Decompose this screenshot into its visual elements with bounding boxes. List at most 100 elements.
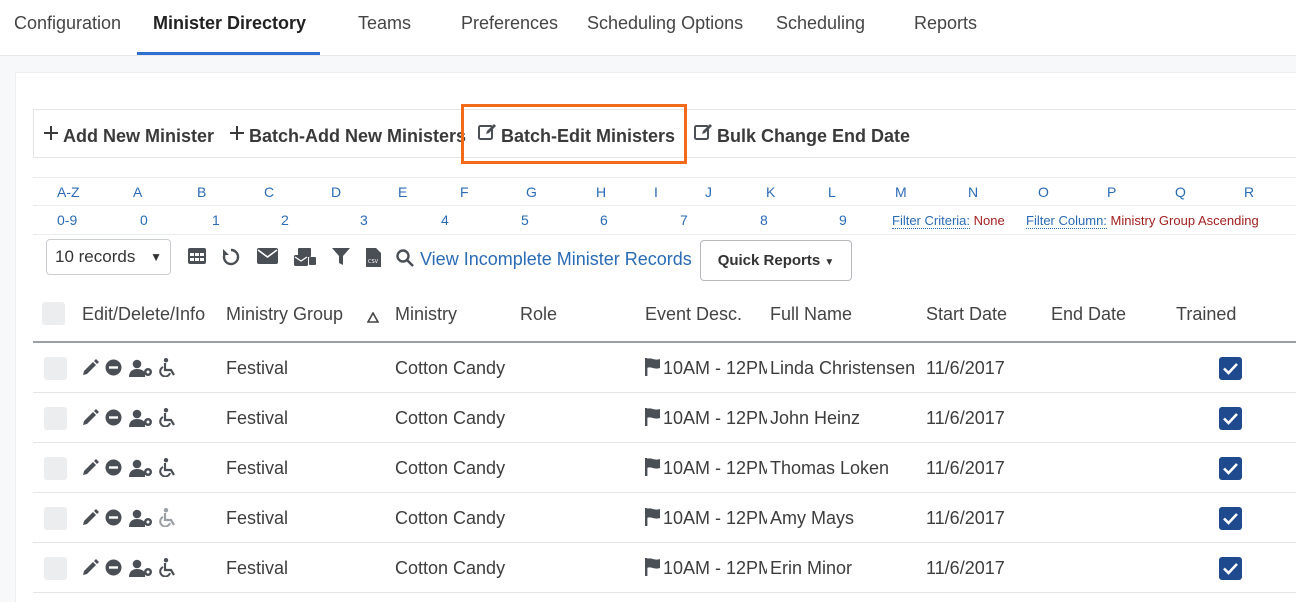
alpha-link-o[interactable]: O — [1038, 184, 1049, 200]
trained-checkbox[interactable] — [1219, 457, 1242, 480]
search-icon — [396, 249, 414, 272]
header-ministry[interactable]: Ministry — [395, 304, 457, 325]
delete-icon[interactable] — [105, 409, 122, 431]
header-end-date[interactable]: End Date — [1051, 304, 1126, 325]
email-icon[interactable] — [257, 248, 278, 269]
header-event-desc[interactable]: Event Desc. — [645, 304, 742, 325]
csv-export-icon[interactable]: CSV — [366, 248, 381, 272]
edit-icon[interactable] — [81, 558, 99, 582]
alpha-link-f[interactable]: F — [460, 184, 469, 200]
user-settings-icon[interactable] — [128, 559, 153, 582]
alpha-link-a[interactable]: A — [133, 184, 142, 200]
digit-link-9[interactable]: 9 — [839, 212, 847, 228]
tab-configuration[interactable]: Configuration — [14, 0, 121, 56]
edit-icon[interactable] — [81, 408, 99, 432]
header-role[interactable]: Role — [520, 304, 557, 325]
alpha-link-q[interactable]: Q — [1175, 184, 1186, 200]
row-select-checkbox[interactable] — [44, 407, 67, 430]
alpha-link-m[interactable]: M — [895, 184, 907, 200]
records-per-page-select[interactable]: 10 records ▼ — [46, 239, 171, 275]
reset-icon[interactable] — [222, 248, 240, 271]
tab-scheduling-options[interactable]: Scheduling Options — [587, 0, 743, 56]
delete-icon[interactable] — [105, 459, 122, 481]
delete-icon[interactable] — [105, 359, 122, 381]
controls-row: 10 records ▼ CSV View Incomplete Minister… — [33, 235, 1296, 285]
edit-icon[interactable] — [81, 508, 99, 532]
tab-minister-directory[interactable]: Minister Directory — [153, 0, 306, 56]
send-message-icon[interactable] — [294, 248, 316, 271]
digit-link-3[interactable]: 3 — [360, 212, 368, 228]
trained-checkbox[interactable] — [1219, 357, 1242, 380]
trained-checkbox[interactable] — [1219, 507, 1242, 530]
accessibility-icon[interactable] — [159, 508, 177, 532]
alpha-link-all[interactable]: A-Z — [57, 184, 80, 200]
trained-checkbox[interactable] — [1219, 557, 1242, 580]
tab-teams[interactable]: Teams — [358, 0, 411, 56]
alpha-link-r[interactable]: R — [1244, 184, 1254, 200]
digit-link-0[interactable]: 0 — [140, 212, 148, 228]
accessibility-icon[interactable] — [159, 408, 177, 432]
delete-icon[interactable] — [105, 509, 122, 531]
alpha-link-e[interactable]: E — [398, 184, 407, 200]
cell-start-date: 11/6/2017 — [926, 458, 1005, 478]
digit-link-4[interactable]: 4 — [441, 212, 449, 228]
user-settings-icon[interactable] — [128, 509, 153, 532]
accessibility-icon[interactable] — [159, 558, 177, 582]
alpha-link-d[interactable]: D — [331, 184, 341, 200]
filter-column: Filter Column: Ministry Group Ascending — [1026, 213, 1259, 229]
flag-icon — [645, 408, 661, 431]
header-ministry-group[interactable]: Ministry Group — [226, 304, 343, 325]
alpha-link-l[interactable]: L — [828, 184, 836, 200]
digit-link-8[interactable]: 8 — [760, 212, 768, 228]
cell-event-desc: 10AM - 12PM — [645, 458, 767, 481]
digit-link-1[interactable]: 1 — [212, 212, 220, 228]
add-new-minister-button[interactable]: Add New Minister — [43, 110, 214, 159]
batch-add-ministers-button[interactable]: Batch-Add New Ministers — [229, 110, 466, 159]
edit-icon[interactable] — [81, 358, 99, 382]
row-select-checkbox[interactable] — [44, 457, 67, 480]
alpha-link-j[interactable]: J — [705, 184, 712, 200]
accessibility-icon[interactable] — [159, 358, 177, 382]
digit-link-all[interactable]: 0-9 — [57, 212, 77, 228]
alpha-link-i[interactable]: I — [654, 184, 658, 200]
row-select-checkbox[interactable] — [44, 557, 67, 580]
select-all-checkbox[interactable] — [42, 302, 65, 325]
filter-criteria-label[interactable]: Filter Criteria: — [892, 213, 971, 229]
filter-icon[interactable] — [332, 248, 350, 271]
alpha-link-h[interactable]: H — [596, 184, 606, 200]
alpha-link-k[interactable]: K — [766, 184, 775, 200]
view-incomplete-records-link[interactable]: View Incomplete Minister Records — [420, 249, 692, 270]
tab-scheduling[interactable]: Scheduling — [776, 0, 865, 56]
digit-link-5[interactable]: 5 — [521, 212, 529, 228]
filter-column-label[interactable]: Filter Column: — [1026, 213, 1107, 229]
header-trained[interactable]: Trained — [1176, 304, 1236, 325]
tab-preferences[interactable]: Preferences — [461, 0, 558, 56]
alpha-link-n[interactable]: N — [968, 184, 978, 200]
tab-reports[interactable]: Reports — [914, 0, 977, 56]
user-settings-icon[interactable] — [128, 459, 153, 482]
edit-icon[interactable] — [81, 458, 99, 482]
delete-icon[interactable] — [105, 559, 122, 581]
alpha-link-p[interactable]: P — [1107, 184, 1116, 200]
digit-link-2[interactable]: 2 — [281, 212, 289, 228]
row-select-checkbox[interactable] — [44, 357, 67, 380]
sort-ascending-icon[interactable] — [366, 307, 380, 328]
alpha-link-b[interactable]: B — [197, 184, 206, 200]
quick-reports-button[interactable]: Quick Reports ▼ — [700, 240, 852, 281]
digit-link-7[interactable]: 7 — [680, 212, 688, 228]
bulk-change-end-date-button[interactable]: Bulk Change End Date — [694, 110, 910, 159]
trained-checkbox[interactable] — [1219, 407, 1242, 430]
row-select-checkbox[interactable] — [44, 507, 67, 530]
user-settings-icon[interactable] — [128, 359, 153, 382]
header-full-name[interactable]: Full Name — [770, 304, 852, 325]
row-actions — [81, 408, 179, 430]
header-start-date[interactable]: Start Date — [926, 304, 1007, 325]
header-actions: Edit/Delete/Info — [82, 304, 206, 324]
accessibility-icon[interactable] — [159, 458, 177, 482]
alpha-link-g[interactable]: G — [526, 184, 537, 200]
user-settings-icon[interactable] — [128, 409, 153, 432]
alpha-link-c[interactable]: C — [264, 184, 274, 200]
column-chooser-icon[interactable] — [188, 248, 206, 269]
digit-link-6[interactable]: 6 — [600, 212, 608, 228]
cell-ministry-group: Festival — [226, 558, 289, 578]
